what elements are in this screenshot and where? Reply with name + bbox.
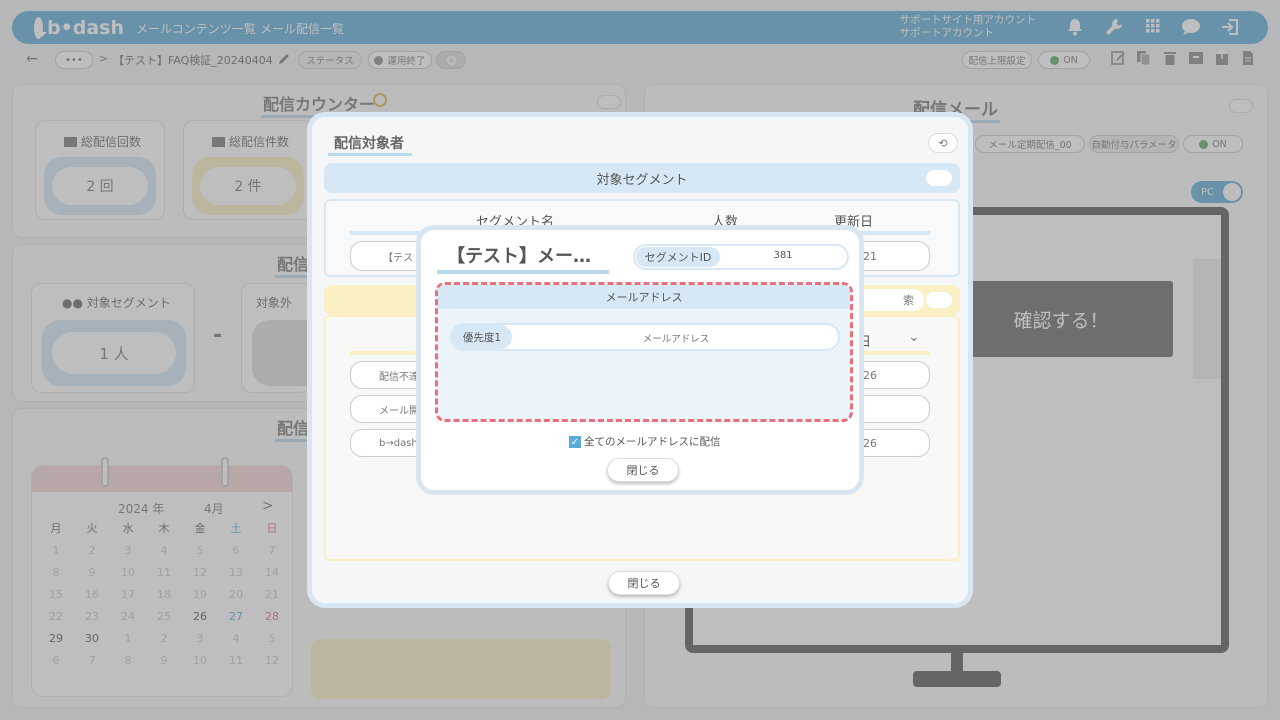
all-emails-checkbox[interactable]: ✓ [569, 435, 581, 448]
expand-icon[interactable] [926, 292, 952, 308]
segment-id-value: 381 [773, 250, 793, 261]
segment-id-field: セグメントID 381 [633, 244, 849, 270]
priority-label: 優先度1 [452, 325, 512, 349]
excluded-row-name: b→dash [379, 437, 418, 449]
segment-header-text: 対象セグメント [596, 172, 688, 188]
priority-value: メールアドレス [642, 334, 710, 345]
modal2-title: 【テスト】メー… [437, 242, 609, 274]
priority-row[interactable]: 優先度1 メールアドレス [450, 323, 840, 351]
email-section-header: メールアドレス [438, 285, 850, 309]
excluded-row-name: 配信不達 [379, 371, 419, 383]
segment-id-label: セグメントID [636, 247, 720, 267]
all-emails-checkbox-label: 全てのメールアドレスに配信 [584, 436, 721, 448]
row-updated: 21 [863, 249, 877, 263]
segment-header-bar: 対象セグメント [324, 163, 960, 193]
all-emails-checkbox-row[interactable]: ✓ 全てのメールアドレスに配信 [569, 434, 721, 449]
modal2-close-button[interactable]: 閉じる [607, 458, 679, 482]
excluded-row-date: 26 [863, 436, 877, 450]
highlighted-email-section: メールアドレス 優先度1 メールアドレス [435, 282, 853, 422]
chevron-down-icon[interactable]: ⌄ [908, 329, 920, 345]
modal1-close-button[interactable]: 閉じる [608, 571, 680, 595]
excluded-row-name: メール開 [379, 405, 419, 417]
excluded-row-date: 26 [863, 368, 877, 382]
modal1-title: 配信対象者 [328, 133, 412, 156]
history-icon[interactable]: ⟲ [928, 133, 958, 153]
expand-icon[interactable] [926, 170, 952, 186]
segment-detail-modal: 【テスト】メー… セグメントID 381 メールアドレス 優先度1 メールアドレ… [416, 225, 864, 495]
